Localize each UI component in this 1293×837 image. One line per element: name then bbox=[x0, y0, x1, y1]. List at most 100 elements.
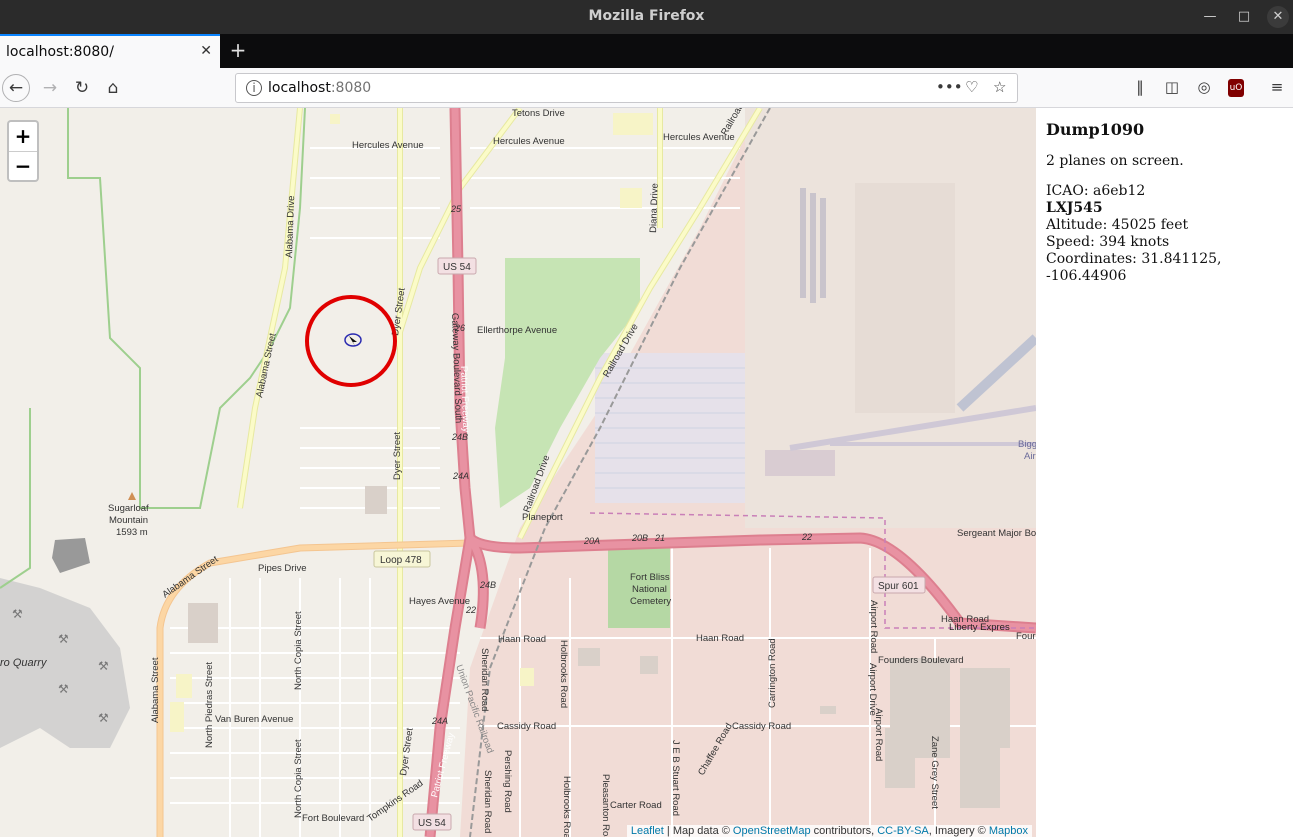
icao-line: ICAO: a6eb12 bbox=[1046, 183, 1146, 199]
map-label: Four bbox=[1016, 631, 1036, 642]
map-label: Hayes Avenue bbox=[409, 596, 470, 607]
leaflet-link[interactable]: Leaflet bbox=[631, 825, 664, 837]
reload-icon[interactable]: ↻ bbox=[68, 74, 96, 102]
map-label: Fort Bliss bbox=[630, 572, 670, 583]
sidebar-icon[interactable]: ◫ bbox=[1161, 78, 1183, 96]
map-label: 21 bbox=[654, 533, 665, 543]
map-label: Hercules Avenue bbox=[493, 136, 565, 147]
library-icon[interactable]: ‖ bbox=[1129, 78, 1151, 96]
map-label: Tetons Drive bbox=[512, 108, 565, 119]
svg-text:⚒: ⚒ bbox=[98, 659, 109, 673]
map-label: Carrington Road bbox=[767, 638, 778, 708]
map-label: ro Quarry bbox=[0, 657, 48, 669]
map-label: Van Buren Avenue bbox=[215, 714, 293, 725]
map-label: Diana Drive bbox=[648, 183, 661, 233]
close-window-icon[interactable]: ✕ bbox=[1267, 6, 1289, 28]
map-label: Airport Road bbox=[873, 708, 884, 761]
map-tiles: Hercules Avenue Hercules Avenue Hercules… bbox=[0, 108, 1036, 837]
ublock-icon[interactable]: uO bbox=[1228, 79, 1244, 97]
map-label: Pipes Drive bbox=[258, 563, 307, 574]
map-label: Mountain bbox=[109, 515, 148, 526]
map-label: Liberty Expres bbox=[949, 622, 1010, 633]
svg-text:Spur 601: Spur 601 bbox=[878, 581, 919, 592]
map-label: 22 bbox=[465, 605, 476, 615]
coordinates-line-2: -106.44906 bbox=[1046, 268, 1127, 284]
app-title: Dump1090 bbox=[1046, 120, 1145, 139]
tab-strip: localhost:8080/ ✕ + bbox=[0, 34, 1293, 68]
back-arrow-icon[interactable]: ← bbox=[2, 74, 30, 102]
svg-text:US 54: US 54 bbox=[443, 262, 471, 273]
map-label: Carter Road bbox=[610, 800, 662, 811]
tab-localhost[interactable]: localhost:8080/ ✕ bbox=[0, 34, 220, 68]
map-view[interactable]: Hercules Avenue Hercules Avenue Hercules… bbox=[0, 108, 1036, 837]
plane-count: 2 planes on screen. bbox=[1046, 153, 1184, 169]
map-label: Haan Road bbox=[498, 634, 546, 645]
map-label: North Piedras Street bbox=[204, 662, 215, 748]
navigation-bar: ← → ↻ ⌂ i localhost:8080 ••• ♡ ☆ ‖ ◫ ◎ u… bbox=[0, 68, 1293, 108]
maximize-icon[interactable]: □ bbox=[1233, 6, 1255, 28]
forward-arrow-icon[interactable]: → bbox=[36, 74, 64, 102]
map-label: Ellerthorpe Avenue bbox=[477, 325, 557, 336]
map-label: Sheridan Road bbox=[482, 770, 493, 833]
map-label: 24A bbox=[452, 471, 469, 481]
map-label: 20A bbox=[583, 536, 600, 546]
account-icon[interactable]: ◎ bbox=[1193, 78, 1215, 96]
map-label: Zane Grey Street bbox=[929, 736, 940, 809]
minimize-icon[interactable]: — bbox=[1199, 6, 1221, 28]
pocket-icon[interactable]: ♡ bbox=[965, 78, 978, 96]
svg-text:⚒: ⚒ bbox=[58, 632, 69, 646]
map-label: Haan Road bbox=[696, 633, 744, 644]
map-label: North Copia Street bbox=[293, 611, 304, 690]
window-titlebar: Mozilla Firefox — □ ✕ bbox=[0, 0, 1293, 34]
map-label: Sugarloaf bbox=[108, 503, 149, 514]
map-label: 25 bbox=[450, 204, 462, 214]
svg-text:Loop 478: Loop 478 bbox=[380, 555, 422, 566]
svg-text:⚒: ⚒ bbox=[98, 711, 109, 725]
coordinates-line: Coordinates: 31.841125, bbox=[1046, 251, 1222, 267]
map-label: 1593 m bbox=[116, 527, 148, 538]
map-label: Cassidy Road bbox=[497, 721, 556, 732]
plane-info[interactable]: ICAO: a6eb12 LXJ545 Altitude: 45025 feet… bbox=[1046, 183, 1293, 285]
map-label: Pleasanton Road bbox=[600, 774, 611, 837]
map-label: 24B bbox=[451, 432, 468, 442]
map-label: Alabama Drive bbox=[284, 195, 297, 258]
zoom-in-button[interactable]: + bbox=[9, 122, 37, 152]
site-info-icon[interactable]: i bbox=[246, 80, 262, 96]
map-label: 26 bbox=[454, 323, 465, 333]
route-shield-spur601: Spur 601 bbox=[872, 576, 926, 594]
map-label: Pershing Road bbox=[502, 750, 513, 813]
map-label: 24B bbox=[479, 580, 496, 590]
osm-link[interactable]: OpenStreetMap bbox=[733, 825, 811, 837]
map-label: National bbox=[632, 584, 667, 595]
svg-text:US 54: US 54 bbox=[418, 818, 446, 829]
map-label: Hercules Avenue bbox=[352, 140, 424, 151]
map-label: Dyer Street bbox=[392, 432, 403, 480]
map-label: Fort Boulevard bbox=[302, 813, 364, 824]
ccbysa-link[interactable]: CC-BY-SA bbox=[877, 825, 929, 837]
map-label: J E B Stuart Road bbox=[670, 740, 681, 816]
zoom-out-button[interactable]: − bbox=[9, 152, 37, 181]
menu-hamburger-icon[interactable]: ≡ bbox=[1266, 78, 1288, 96]
map-label: Holbrooks Road bbox=[558, 640, 569, 708]
map-label: North Copia Street bbox=[293, 739, 304, 818]
info-sidebar: Dump1090 2 planes on screen. ICAO: a6eb1… bbox=[1036, 108, 1293, 837]
mapbox-link[interactable]: Mapbox bbox=[989, 825, 1028, 837]
route-shield-us54: US 54 bbox=[412, 813, 452, 831]
bookmark-star-icon[interactable]: ☆ bbox=[993, 78, 1006, 96]
url-bar[interactable]: i localhost:8080 ••• ♡ ☆ bbox=[235, 73, 1018, 103]
page-actions-icon[interactable]: ••• bbox=[936, 78, 963, 96]
map-label: 24A bbox=[431, 716, 448, 726]
map-label: Bigg bbox=[1018, 439, 1036, 450]
map-label: Cassidy Road bbox=[732, 721, 791, 732]
altitude-line: Altitude: 45025 feet bbox=[1046, 217, 1189, 233]
url-text[interactable]: localhost:8080 bbox=[268, 80, 371, 96]
route-shield-loop478: Loop 478 bbox=[373, 550, 431, 568]
map-attribution: Leaflet | Map data © OpenStreetMap contr… bbox=[626, 825, 1032, 837]
map-label: 22 bbox=[801, 532, 812, 542]
new-tab-icon[interactable]: + bbox=[228, 38, 248, 62]
map-label: Air bbox=[1024, 451, 1036, 462]
close-tab-icon[interactable]: ✕ bbox=[200, 43, 212, 59]
home-icon[interactable]: ⌂ bbox=[99, 74, 127, 102]
map-label: Alabama Street bbox=[150, 657, 161, 723]
map-label: Holbrooks Road bbox=[561, 776, 572, 837]
